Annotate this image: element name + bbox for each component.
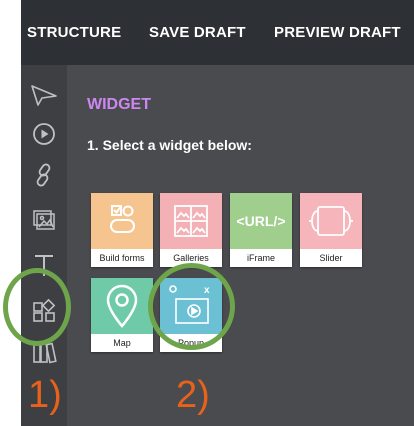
widget-card-slider[interactable]: Slider (300, 193, 362, 267)
map-pin-icon (91, 278, 153, 334)
popup-icon: x (160, 278, 222, 334)
panel-title: WIDGET (87, 96, 151, 113)
widget-card-iframe[interactable]: <URL/> iFrame (230, 193, 292, 267)
columns-icon[interactable] (21, 338, 67, 368)
widget-label: Build forms (91, 249, 153, 267)
panel-instruction: 1. Select a widget below: (87, 137, 252, 153)
widget-card-build-forms[interactable]: Build forms (91, 193, 153, 267)
image-gallery-icon[interactable] (21, 205, 67, 235)
widget-card-popup[interactable]: x Popup (160, 278, 222, 352)
structure-tab[interactable]: STRUCTURE (27, 24, 121, 41)
annotation-step-1: 1) (28, 374, 62, 416)
preview-draft-button[interactable]: PREVIEW DRAFT (274, 24, 401, 41)
url-tag-text: <URL/> (236, 213, 286, 229)
widget-label: Slider (300, 249, 362, 267)
gallery-icon (160, 193, 222, 249)
tool-sidebar (21, 65, 67, 426)
widget-card-map[interactable]: Map (91, 278, 153, 352)
top-toolbar: STRUCTURE SAVE DRAFT PREVIEW DRAFT (21, 0, 414, 65)
text-icon[interactable] (21, 250, 67, 280)
annotation-step-2: 2) (176, 374, 210, 416)
url-tag-icon: <URL/> (230, 193, 292, 249)
link-icon[interactable] (21, 160, 67, 190)
widget-card-galleries[interactable]: Galleries (160, 193, 222, 267)
widget-icon[interactable] (21, 296, 67, 326)
widget-label: iFrame (230, 249, 292, 267)
slider-icon (300, 193, 362, 249)
widget-label: Map (91, 334, 153, 352)
widget-label: Popup (160, 334, 222, 352)
play-circle-icon[interactable] (21, 119, 67, 149)
select-arrow-icon[interactable] (21, 80, 67, 110)
form-icon (91, 193, 153, 249)
save-draft-button[interactable]: SAVE DRAFT (149, 24, 246, 41)
popup-close-mark: x (204, 285, 210, 296)
widget-label: Galleries (160, 249, 222, 267)
